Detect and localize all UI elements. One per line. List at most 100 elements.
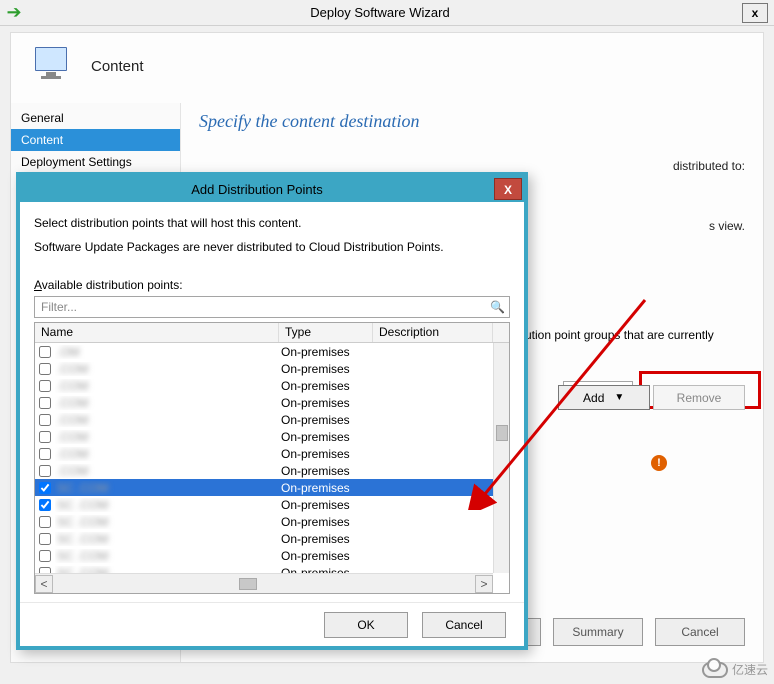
vertical-scrollbar[interactable] bbox=[493, 343, 509, 573]
row-type: On-premises bbox=[279, 481, 373, 495]
back-arrow-icon[interactable]: ➔ bbox=[0, 1, 24, 25]
distribution-groups-text: ution point groups that are currently bbox=[525, 328, 745, 342]
vertical-scroll-thumb[interactable] bbox=[496, 425, 508, 441]
row-name: SC .COM bbox=[57, 549, 108, 563]
row-type: On-premises bbox=[279, 447, 373, 461]
row-checkbox[interactable] bbox=[39, 346, 51, 358]
dialog-body: Select distribution points that will hos… bbox=[20, 202, 524, 602]
row-name: .COM bbox=[57, 430, 88, 444]
row-checkbox[interactable] bbox=[39, 550, 51, 562]
row-type: On-premises bbox=[279, 345, 373, 359]
table-row[interactable]: SC .COM On-premises bbox=[35, 530, 509, 547]
row-checkbox[interactable] bbox=[39, 363, 51, 375]
distribution-points-table: Name Type Description .OM On-premises .CO… bbox=[34, 322, 510, 594]
sidebar-item-content[interactable]: Content bbox=[11, 129, 180, 151]
dialog-title: Add Distribution Points bbox=[20, 182, 494, 197]
row-name: .COM bbox=[57, 464, 88, 478]
row-checkbox[interactable] bbox=[39, 499, 51, 511]
dialog-ok-button[interactable]: OK bbox=[324, 612, 408, 638]
table-body: .OM On-premises .COM On-premises .COM On-pr… bbox=[35, 343, 509, 573]
cloud-icon bbox=[702, 662, 728, 678]
window-close-button[interactable]: x bbox=[742, 3, 768, 23]
row-type: On-premises bbox=[279, 362, 373, 376]
row-checkbox[interactable] bbox=[39, 397, 51, 409]
table-row[interactable]: .COM On-premises bbox=[35, 462, 509, 479]
remove-button: Remove bbox=[653, 385, 745, 410]
table-row[interactable]: SC .COM On-premises bbox=[35, 496, 509, 513]
row-checkbox[interactable] bbox=[39, 465, 51, 477]
dialog-instruction-1: Select distribution points that will hos… bbox=[34, 216, 510, 230]
dialog-close-button[interactable]: X bbox=[494, 178, 522, 200]
table-header: Name Type Description bbox=[35, 323, 509, 343]
scroll-right-button[interactable]: > bbox=[475, 575, 493, 593]
column-description[interactable]: Description bbox=[373, 323, 493, 342]
row-name: SC .COM bbox=[57, 532, 108, 546]
table-row[interactable]: .COM On-premises bbox=[35, 411, 509, 428]
row-type: On-premises bbox=[279, 532, 373, 546]
row-type: On-premises bbox=[279, 498, 373, 512]
cancel-button[interactable]: Cancel bbox=[655, 618, 745, 646]
dialog-cancel-button[interactable]: Cancel bbox=[422, 612, 506, 638]
table-row[interactable]: .COM On-premises bbox=[35, 445, 509, 462]
row-checkbox[interactable] bbox=[39, 431, 51, 443]
dialog-titlebar: Add Distribution Points X bbox=[20, 176, 524, 202]
wizard-header: Content bbox=[10, 32, 764, 103]
column-scroll-spacer bbox=[493, 323, 509, 342]
watermark-text: 亿速云 bbox=[732, 661, 768, 678]
horizontal-scrollbar[interactable]: < > bbox=[35, 573, 493, 593]
row-type: On-premises bbox=[279, 396, 373, 410]
table-row[interactable]: SC .COM On-premises bbox=[35, 564, 509, 573]
table-row[interactable]: SC .COM On-premises bbox=[35, 479, 509, 496]
table-row[interactable]: .OM On-premises bbox=[35, 343, 509, 360]
row-checkbox[interactable] bbox=[39, 380, 51, 392]
page-heading: Specify the content destination bbox=[199, 111, 745, 132]
chevron-down-icon: ▼ bbox=[614, 392, 624, 403]
row-name: SC .COM bbox=[57, 566, 108, 574]
warning-icon: ! bbox=[651, 455, 667, 471]
wizard-step-title: Content bbox=[91, 58, 144, 75]
row-checkbox[interactable] bbox=[39, 533, 51, 545]
view-hint-text: s view. bbox=[709, 219, 745, 233]
row-type: On-premises bbox=[279, 413, 373, 427]
distributed-to-label: distributed to: bbox=[673, 159, 745, 173]
add-button-label: Add bbox=[583, 391, 604, 405]
row-name: .COM bbox=[57, 396, 88, 410]
row-checkbox[interactable] bbox=[39, 448, 51, 460]
row-name: .COM bbox=[57, 379, 88, 393]
row-type: On-premises bbox=[279, 549, 373, 563]
row-type: On-premises bbox=[279, 515, 373, 529]
watermark: 亿速云 bbox=[702, 661, 768, 678]
table-row[interactable]: .COMOn-premises bbox=[35, 360, 509, 377]
dialog-footer: OK Cancel bbox=[20, 602, 524, 646]
sidebar-item-general[interactable]: General bbox=[11, 107, 180, 129]
table-row[interactable]: .COM On-premises bbox=[35, 428, 509, 445]
filter-placeholder: Filter... bbox=[41, 300, 77, 314]
remove-button-label: Remove bbox=[677, 391, 722, 405]
magnifier-icon: 🔍 bbox=[490, 300, 505, 314]
row-name: SC .COM bbox=[57, 481, 108, 495]
row-checkbox[interactable] bbox=[39, 516, 51, 528]
row-name: .COM bbox=[57, 447, 88, 461]
dialog-filter-input[interactable]: Filter... 🔍 bbox=[34, 296, 510, 318]
column-name[interactable]: Name bbox=[35, 323, 279, 342]
column-type[interactable]: Type bbox=[279, 323, 373, 342]
summary-button[interactable]: Summary bbox=[553, 618, 643, 646]
scroll-left-button[interactable]: < bbox=[35, 575, 53, 593]
row-checkbox[interactable] bbox=[39, 482, 51, 494]
row-name: .COM bbox=[57, 413, 88, 427]
row-name: .OM bbox=[57, 345, 80, 359]
table-row[interactable]: SC .COM On-premises bbox=[35, 547, 509, 564]
table-row[interactable]: .COMOn-premises bbox=[35, 377, 509, 394]
row-type: On-premises bbox=[279, 566, 373, 574]
sidebar-item-deployment-settings[interactable]: Deployment Settings bbox=[11, 151, 180, 173]
content-icon bbox=[31, 43, 77, 89]
row-name: SC .COM bbox=[57, 498, 108, 512]
row-checkbox[interactable] bbox=[39, 414, 51, 426]
row-type: On-premises bbox=[279, 430, 373, 444]
add-button[interactable]: Add ▼ bbox=[558, 385, 650, 410]
table-row[interactable]: SC .COMOn-premises bbox=[35, 513, 509, 530]
row-type: On-premises bbox=[279, 464, 373, 478]
table-row[interactable]: .COM On-premises bbox=[35, 394, 509, 411]
horizontal-scroll-thumb[interactable] bbox=[239, 578, 257, 590]
dialog-instruction-2: Software Update Packages are never distr… bbox=[34, 240, 510, 254]
